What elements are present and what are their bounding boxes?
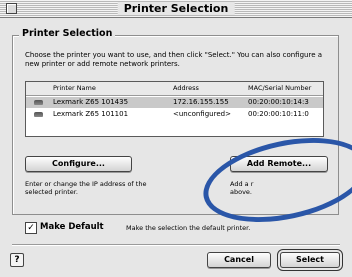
configure-button[interactable]: Configure...: [25, 156, 132, 172]
printer-table[interactable]: Printer Name Address MAC/Serial Number L…: [25, 81, 324, 137]
table-row[interactable]: Lexmark Z65 101435 172.16.155.155 00:20:…: [26, 97, 323, 108]
instructions-text: Choose the printer you want to use, and …: [25, 51, 323, 68]
printer-name-cell: Lexmark Z65 101101: [53, 110, 129, 118]
column-header-mac[interactable]: MAC/Serial Number: [248, 82, 311, 95]
address-cell: <unconfigured>: [173, 110, 231, 118]
group-title: Printer Selection: [19, 28, 116, 39]
add-remote-description-fragment: Add a r: [230, 180, 254, 188]
printer-name-cell: Lexmark Z65 101435: [53, 98, 129, 106]
title-bar[interactable]: Printer Selection: [0, 0, 352, 18]
add-remote-button[interactable]: Add Remote...: [230, 156, 328, 172]
table-row[interactable]: Lexmark Z65 101101 <unconfigured> 00:20:…: [26, 109, 323, 120]
window-title: Printer Selection: [117, 2, 235, 15]
address-cell: 172.16.155.155: [173, 98, 229, 106]
column-header-address[interactable]: Address: [173, 82, 199, 95]
make-default-checkbox[interactable]: ✓: [25, 222, 37, 234]
select-button[interactable]: Select: [280, 252, 340, 268]
close-box-icon[interactable]: [6, 3, 17, 14]
printer-icon: [34, 100, 43, 105]
configure-description: Enter or change the IP address of the se…: [25, 180, 147, 196]
cancel-button[interactable]: Cancel: [207, 252, 271, 268]
mac-cell: 00:20:00:10:11:0: [248, 110, 309, 118]
column-header-printer-name[interactable]: Printer Name: [53, 82, 96, 95]
printer-icon: [34, 112, 43, 117]
make-default-description: Make the selection the default printer.: [126, 224, 251, 232]
divider: [12, 244, 340, 245]
make-default-label[interactable]: Make Default: [40, 222, 104, 233]
help-button[interactable]: ?: [10, 253, 24, 267]
add-remote-description-fragment: above.: [230, 188, 252, 196]
mac-cell: 00:20:00:10:14:3: [248, 98, 309, 106]
table-header: Printer Name Address MAC/Serial Number: [26, 82, 323, 96]
